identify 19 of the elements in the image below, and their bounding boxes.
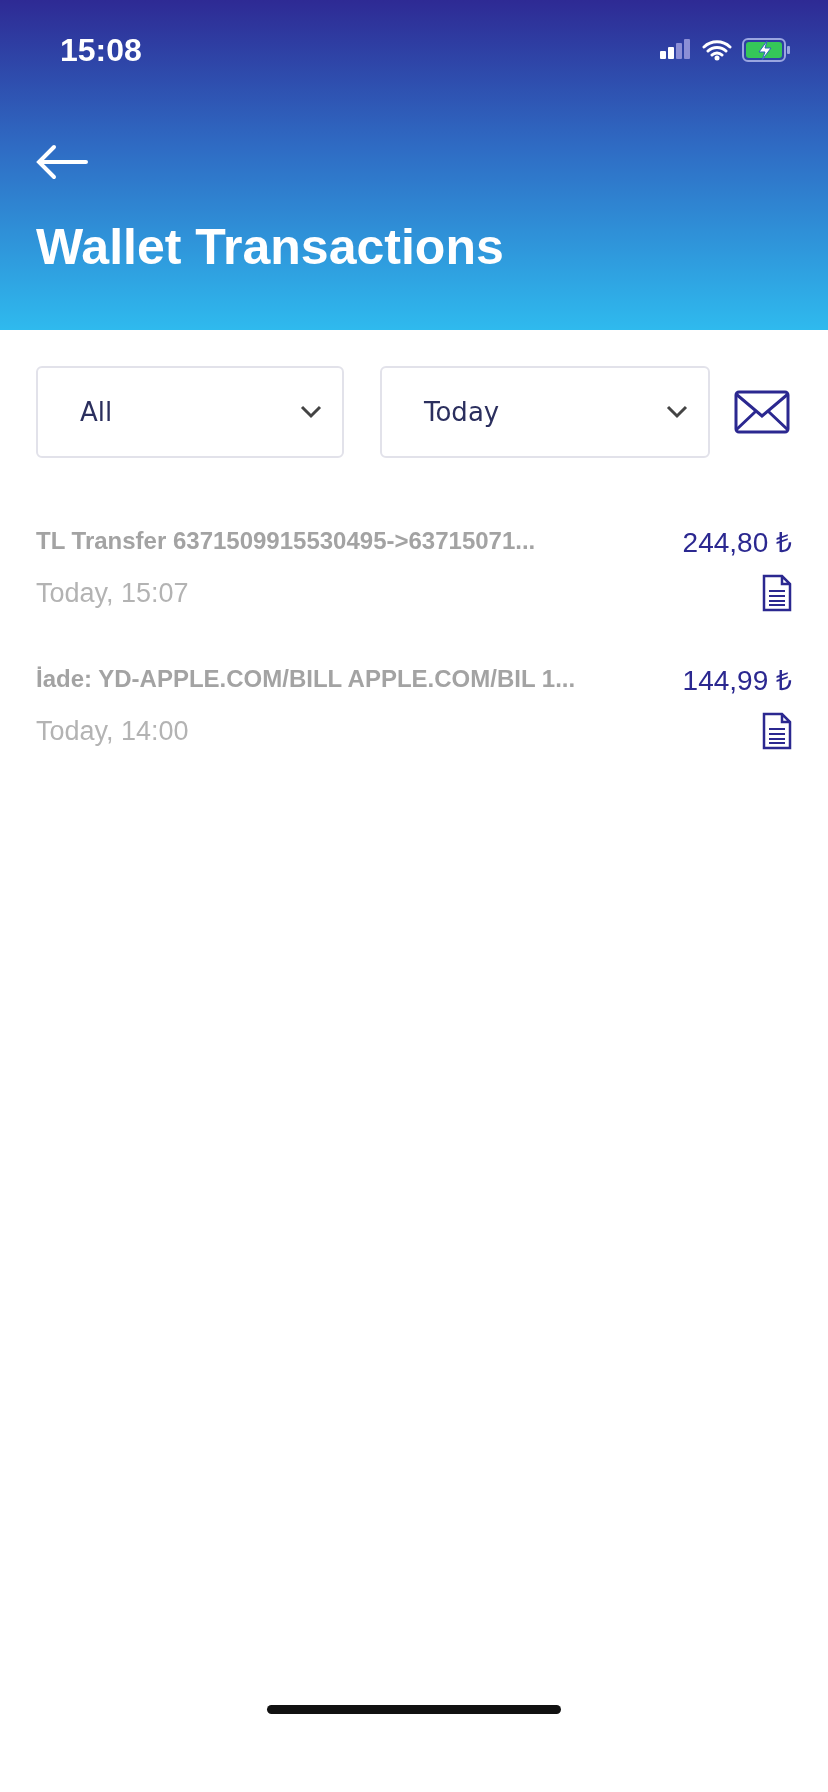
transaction-amount: 144,99 ₺ <box>682 664 792 698</box>
transaction-date: Today, 14:00 <box>36 715 189 747</box>
document-icon[interactable] <box>762 574 792 612</box>
transaction-description: İade: YD-APPLE.COM/BILL APPLE.COM/BIL 1... <box>36 665 576 693</box>
page-title: Wallet Transactions <box>36 218 505 276</box>
wifi-icon <box>702 39 732 61</box>
chevron-down-icon <box>666 405 688 419</box>
back-button[interactable] <box>36 144 88 180</box>
status-time: 15:08 <box>60 31 142 69</box>
filter-dropdown[interactable]: Today <box>380 366 710 458</box>
filter-dropdown[interactable]: All <box>36 366 344 458</box>
transaction-amount: 244,80 ₺ <box>682 526 792 560</box>
transaction-description: TL Transfer 6371509915530495->63715071... <box>36 527 536 555</box>
mail-button[interactable] <box>734 390 790 434</box>
battery-charging-icon <box>742 38 792 62</box>
transaction-date: Today, 15:07 <box>36 577 189 609</box>
document-icon[interactable] <box>762 712 792 750</box>
signal-icon <box>660 39 692 61</box>
chevron-down-icon <box>300 405 322 419</box>
